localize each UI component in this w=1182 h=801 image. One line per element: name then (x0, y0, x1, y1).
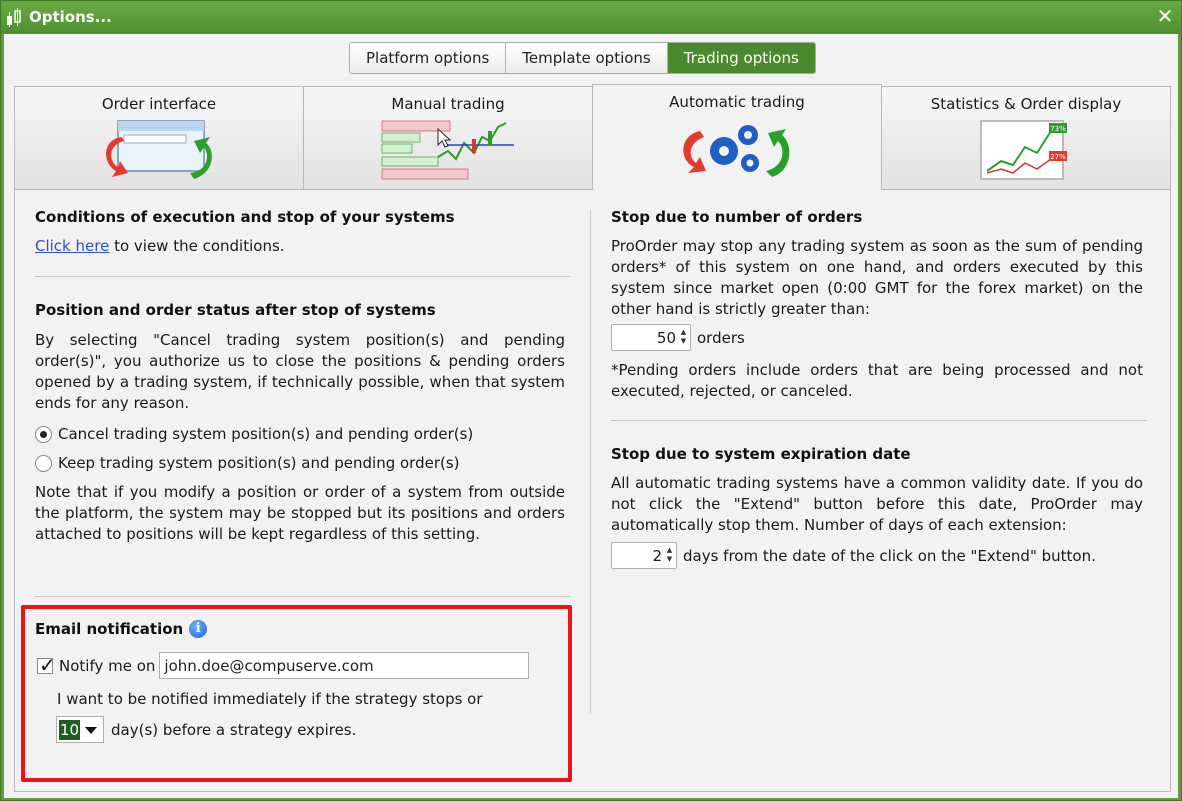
tab-order-interface[interactable]: Order interface (14, 86, 304, 190)
orders-limit-stepper[interactable]: 50 ▲ ▼ (611, 324, 691, 351)
order-interface-icon (106, 120, 212, 179)
expiration-suffix: days from the date of the click on the "… (683, 546, 1096, 565)
automatic-trading-panel: Conditions of execution and stop of your… (14, 189, 1171, 792)
tab-manual-trading-label: Manual trading (391, 95, 505, 113)
stat-badge-down: 27% (1050, 153, 1066, 161)
candlestick-app-icon (7, 8, 21, 27)
manual-trading-icon (381, 120, 514, 180)
tab-template-options[interactable]: Template options (506, 43, 668, 73)
radio-cancel-positions[interactable]: Cancel trading system position(s) and pe… (35, 423, 473, 445)
extension-days-stepper[interactable]: 2 ▲ ▼ (611, 542, 677, 569)
column-divider (590, 210, 591, 714)
tab-automatic-trading[interactable]: Automatic trading (592, 84, 882, 190)
orders-heading: Stop due to number of orders (611, 208, 863, 226)
automatic-trading-icon (683, 125, 790, 177)
tab-manual-trading[interactable]: Manual trading (303, 86, 593, 190)
extension-days-value: 2 (652, 546, 662, 565)
tab-trading-options[interactable]: Trading options (667, 43, 815, 73)
notify-row: ✓ Notify me on (37, 652, 530, 679)
position-status-heading: Position and order status after stop of … (35, 301, 436, 319)
position-status-body: By selecting "Cancel trading system posi… (35, 331, 565, 412)
email-notification-highlight: Email notification i ✓ Notify me on I wa… (21, 605, 572, 782)
notify-line1: I want to be notified immediately if the… (57, 690, 483, 708)
stepper-arrows-icon[interactable]: ▲ ▼ (665, 546, 674, 566)
trading-tab-strip: Order interface Manual trading Automatic… (14, 84, 1171, 190)
close-icon[interactable]: ✕ (1155, 6, 1175, 26)
click-here-link[interactable]: Click here (35, 237, 109, 255)
radio-keep-label: Keep trading system position(s) and pend… (58, 454, 460, 472)
separator (35, 276, 570, 277)
position-status-note: Note that if you modify a position or or… (35, 483, 565, 543)
orders-footnote: *Pending orders include orders that are … (611, 361, 1143, 400)
notify-label: Notify me on (59, 656, 156, 675)
chevron-down-icon (85, 727, 97, 734)
top-tab-bar: Platform options Template options Tradin… (349, 42, 816, 74)
radio-keep-positions[interactable]: Keep trading system position(s) and pend… (35, 452, 460, 474)
days-value: 10 (59, 719, 81, 740)
separator (35, 596, 570, 597)
orders-body: ProOrder may stop any trading system as … (611, 237, 1143, 318)
checkmark-icon: ✓ (39, 652, 56, 677)
dialog-body: Platform options Template options Tradin… (4, 34, 1178, 798)
orders-limit-value: 50 (656, 328, 676, 347)
tab-statistics-order-display[interactable]: Statistics & Order display 73% 27% (881, 86, 1171, 190)
stat-badge-up: 73% (1050, 125, 1066, 133)
orders-unit: orders (697, 328, 745, 347)
notify-checkbox[interactable]: ✓ (37, 653, 56, 677)
radio-button-selected[interactable] (35, 425, 52, 443)
conditions-heading: Conditions of execution and stop of your… (35, 208, 455, 226)
info-icon[interactable]: i (189, 620, 208, 638)
expiration-days-row: 2 ▲ ▼ days from the date of the click on … (611, 542, 1096, 569)
tab-order-interface-label: Order interface (101, 95, 217, 113)
email-heading: Email notification (35, 620, 184, 638)
separator (611, 420, 1147, 421)
notify-line2: day(s) before a strategy expires. (111, 720, 357, 739)
window-title: Options... (29, 8, 112, 26)
radio-cancel-label: Cancel trading system position(s) and pe… (58, 425, 474, 443)
stepper-arrows-icon[interactable]: ▲ ▼ (679, 328, 688, 348)
expiration-heading: Stop due to system expiration date (611, 445, 911, 463)
options-window: Options... ✕ Platform options Template o… (0, 0, 1182, 801)
orders-limit-row: 50 ▲ ▼ orders (611, 324, 745, 351)
days-row: 10 day(s) before a strategy expires. (56, 716, 356, 743)
email-input[interactable] (159, 652, 530, 679)
email-heading-row: Email notification i (35, 620, 208, 638)
conditions-text: Click here to view the conditions. (35, 236, 570, 257)
tab-statistics-label: Statistics & Order display (930, 95, 1122, 113)
days-dropdown[interactable]: 10 (56, 716, 104, 743)
title-bar[interactable]: Options... ✕ (1, 1, 1181, 34)
expiration-body: All automatic trading systems have a com… (611, 474, 1143, 534)
tab-automatic-trading-label: Automatic trading (669, 93, 805, 111)
statistics-icon: 73% 27% (980, 120, 1067, 180)
radio-button-unselected[interactable] (35, 454, 52, 472)
tab-platform-options[interactable]: Platform options (350, 43, 507, 73)
conditions-suffix: to view the conditions. (109, 237, 285, 255)
